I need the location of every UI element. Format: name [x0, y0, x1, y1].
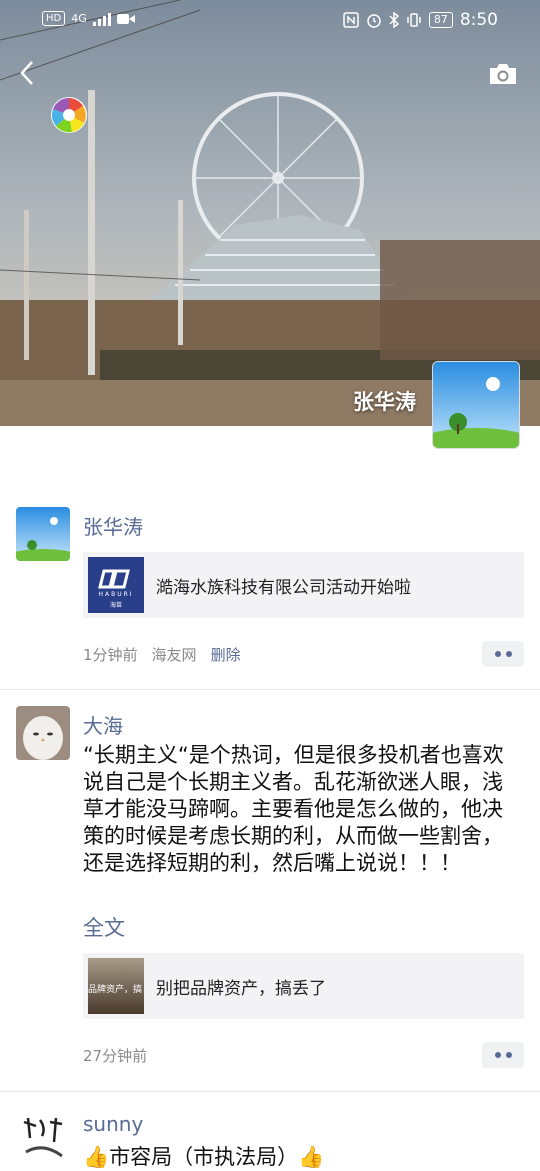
app-logo-icon: [51, 97, 87, 133]
post-avatar[interactable]: [16, 706, 70, 760]
post-avatar[interactable]: [16, 1112, 70, 1166]
link-thumbnail: 品牌资产，搞: [88, 958, 144, 1014]
thumb-text: 品牌资产，搞: [88, 985, 143, 995]
battery-level: 87: [428, 12, 453, 28]
post-text: 👍市容局（市执法局）👍: [83, 1145, 325, 1169]
delete-link[interactable]: 删除: [211, 644, 241, 665]
more-actions-button[interactable]: [482, 641, 524, 667]
calligraphy-avatar-image: [16, 1112, 70, 1166]
link-title: 澔海水族科技有限公司活动开始啦: [156, 577, 411, 598]
back-button[interactable]: [16, 58, 42, 90]
post-author[interactable]: sunny: [83, 1112, 143, 1136]
dot-icon: [505, 651, 512, 657]
bluetooth-icon: [389, 12, 399, 28]
thumb-sub: 海苗: [109, 602, 122, 609]
thumb-brand: HABURI: [98, 591, 134, 598]
divider: [0, 689, 540, 690]
post-author[interactable]: 大海: [83, 710, 123, 739]
chevron-left-icon: [20, 61, 33, 85]
post-author[interactable]: 张华涛: [83, 511, 143, 540]
post-meta: 1分钟前 海友网 删除: [83, 644, 241, 665]
vibrate-icon: [407, 13, 421, 27]
camera-icon: [490, 64, 516, 84]
landscape-avatar-image: [433, 362, 519, 448]
full-text-link[interactable]: 全文: [83, 912, 125, 942]
shared-link-card[interactable]: 品牌资产，搞 别把品牌资产，搞丢了: [83, 953, 524, 1019]
link-thumbnail: HABURI 海苗: [88, 557, 144, 613]
dot-icon: [505, 1052, 512, 1058]
dot-icon: [494, 651, 501, 657]
dot-icon: [494, 1052, 501, 1058]
landscape-avatar-image: [16, 507, 70, 561]
owl-avatar-image: [16, 706, 70, 760]
shared-link-card[interactable]: HABURI 海苗 澔海水族科技有限公司活动开始啦: [83, 552, 524, 618]
camera-button[interactable]: [488, 62, 518, 86]
link-title: 别把品牌资产，搞丢了: [156, 978, 326, 999]
video-call-icon: [116, 13, 135, 24]
post-time: 27分钟前: [83, 1047, 148, 1065]
status-bar: HD 4G 87 8:50: [0, 0, 540, 40]
post-text: “长期主义“是个热词，但是很多投机者也喜欢说自己是个长期主义者。乱花渐欲迷人眼，…: [83, 743, 504, 875]
cover-username[interactable]: 张华涛: [353, 386, 416, 416]
profile-avatar[interactable]: [432, 361, 520, 449]
post-avatar[interactable]: [16, 507, 70, 561]
network-indicator: 4G: [71, 12, 87, 25]
more-actions-button[interactable]: [482, 1042, 524, 1068]
alarm-icon: [367, 14, 381, 28]
post-time: 1分钟前: [83, 646, 138, 664]
nfc-icon: [343, 12, 359, 28]
signal-icon: [92, 12, 111, 26]
divider: [0, 1091, 540, 1092]
post-source[interactable]: 海友网: [152, 644, 197, 665]
clock: 8:50: [459, 10, 498, 30]
post-meta: 27分钟前: [83, 1045, 147, 1066]
hd-indicator: HD: [42, 11, 66, 26]
